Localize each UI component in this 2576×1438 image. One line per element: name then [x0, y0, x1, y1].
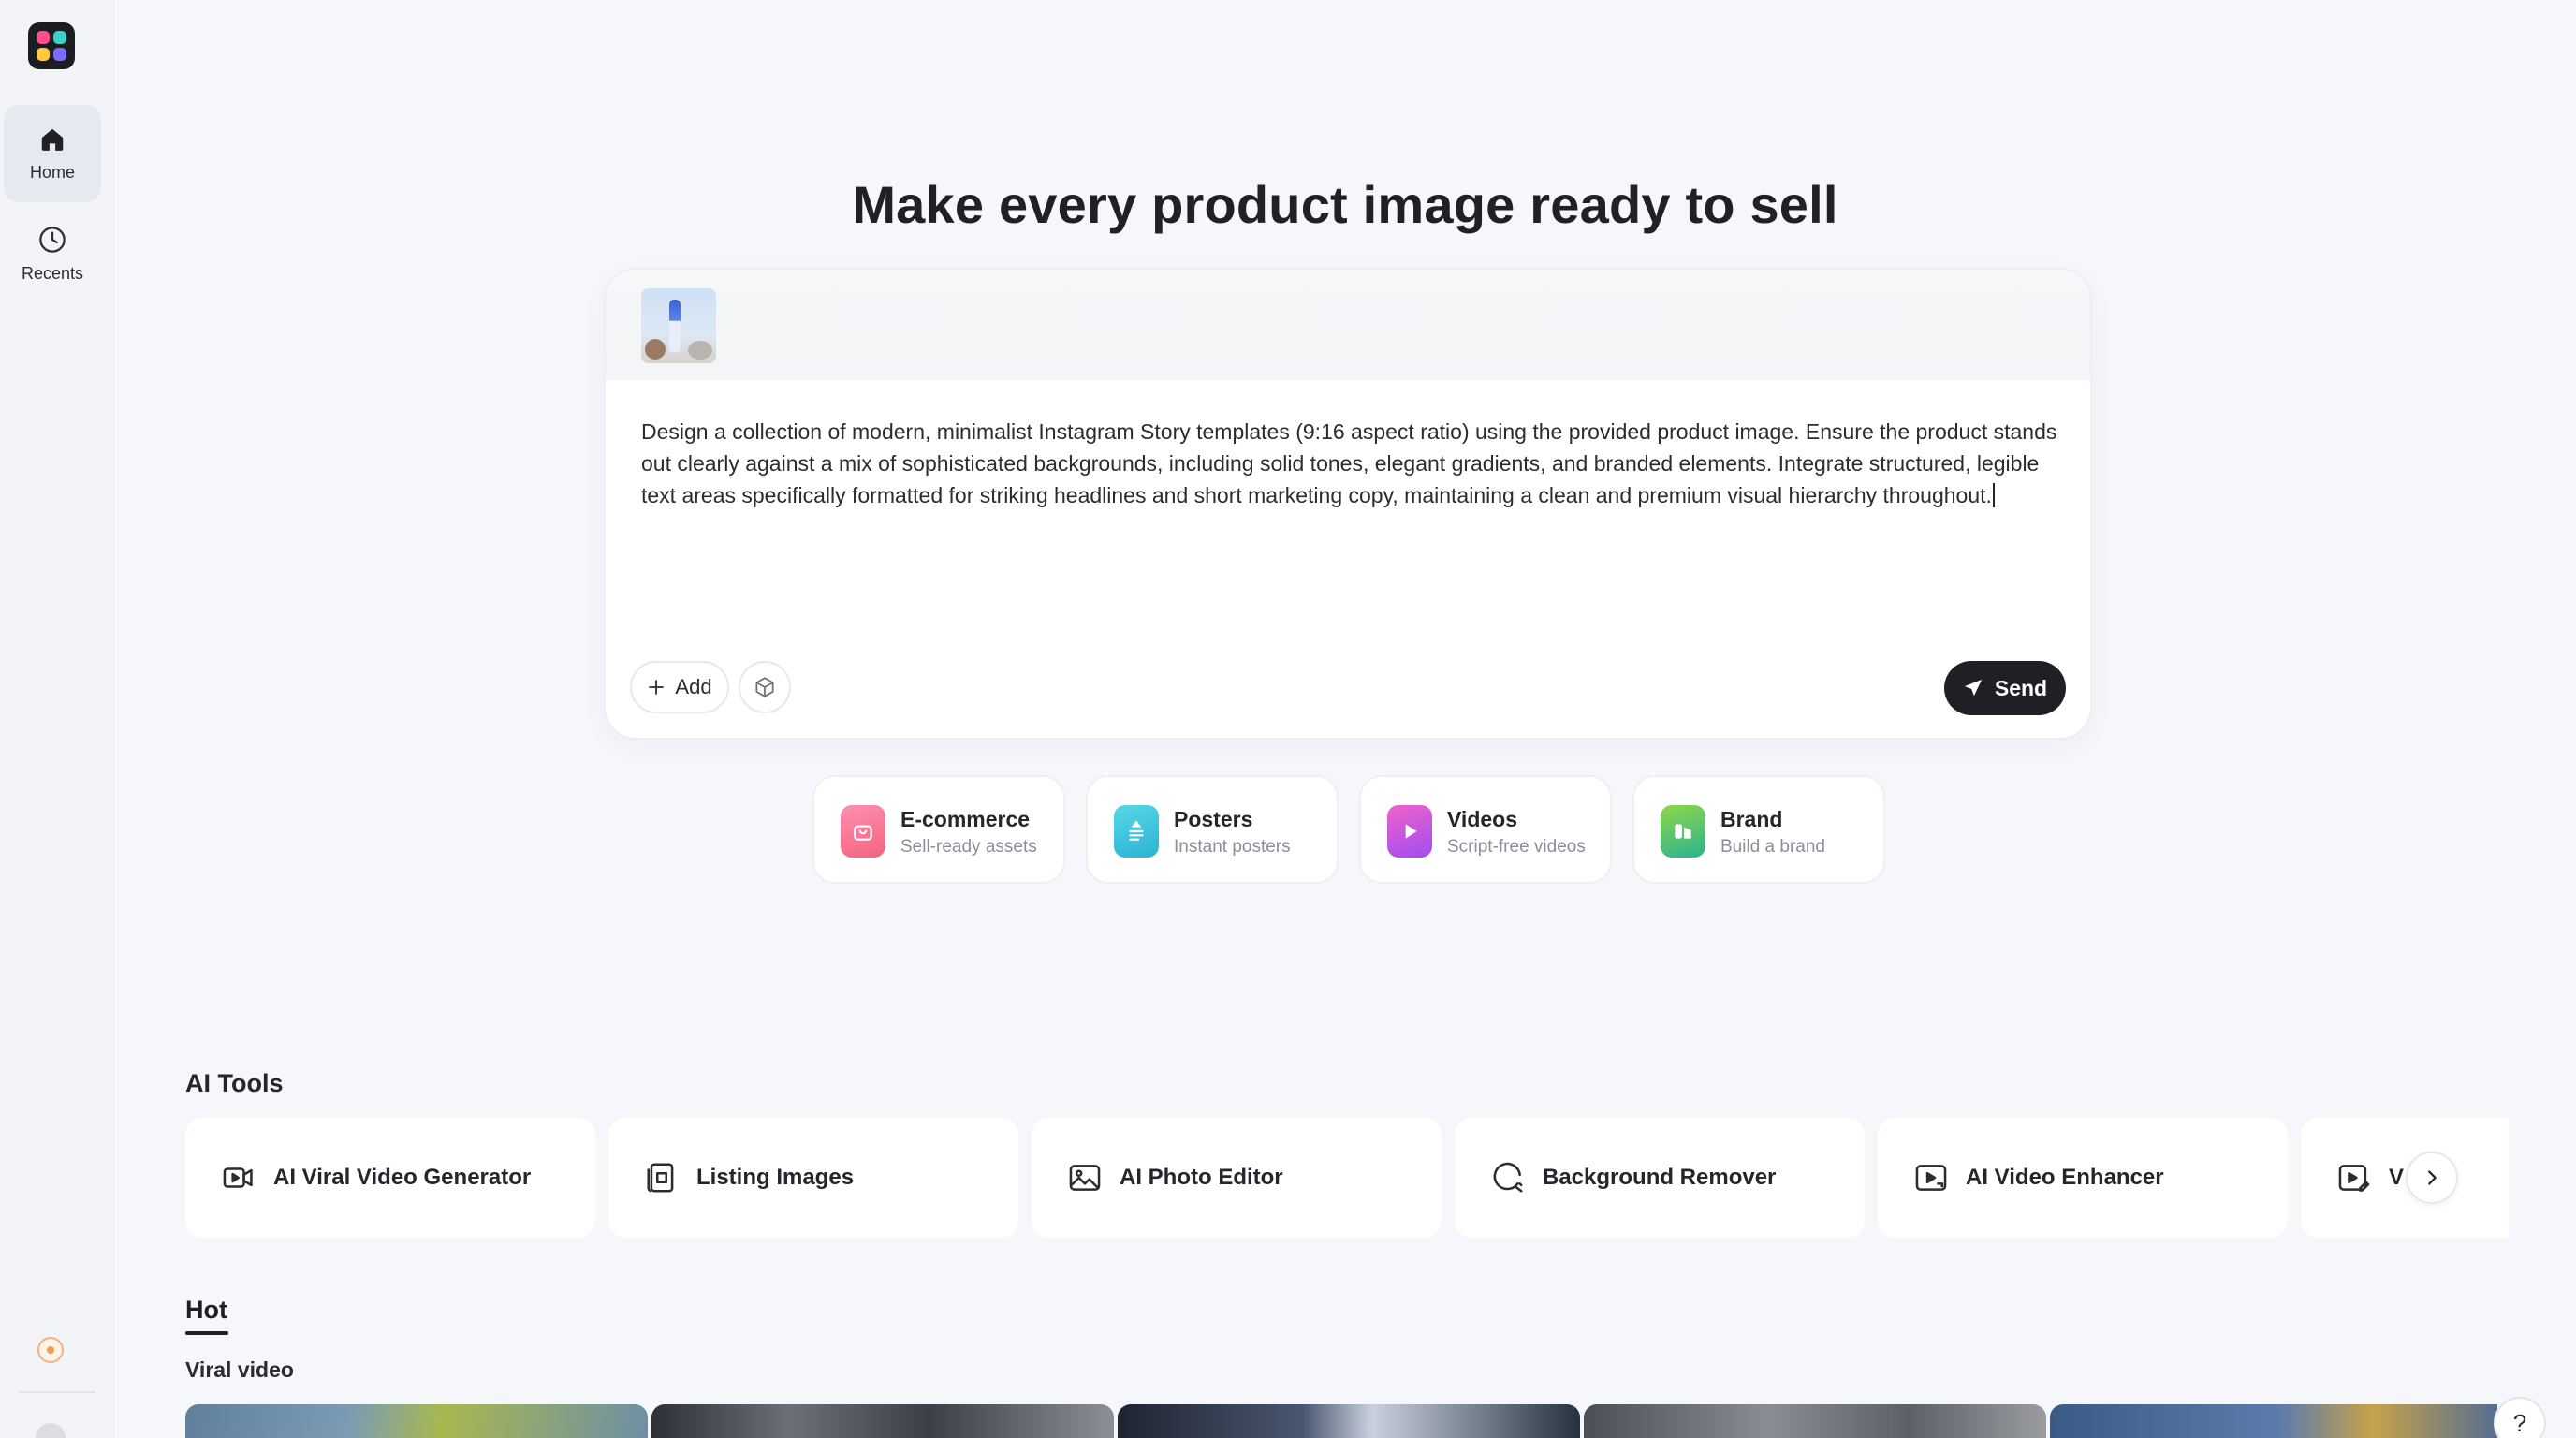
sidebar-item-label: Home — [29, 163, 75, 182]
poster-icon — [1114, 805, 1159, 858]
add-button[interactable]: Add — [630, 661, 729, 713]
sidebar: Home Recents — [0, 0, 114, 1438]
tool-label: Background Remover — [1543, 1165, 1777, 1190]
carousel-next-button[interactable] — [2406, 1152, 2458, 1204]
app-logo[interactable] — [28, 22, 75, 69]
plus-icon — [649, 680, 665, 695]
tool-label: V — [2389, 1165, 2405, 1190]
add-button-label: Add — [675, 675, 712, 698]
tool-label: AI Viral Video Generator — [273, 1165, 532, 1190]
sidebar-item-recents[interactable]: Recents — [4, 204, 101, 301]
category-ecommerce[interactable]: E-commerce Sell-ready assets — [812, 775, 1065, 884]
category-posters[interactable]: Posters Instant posters — [1086, 775, 1339, 884]
home-icon — [41, 128, 64, 151]
brand-icon — [1661, 805, 1705, 858]
category-subtitle: Script-free videos — [1447, 837, 1586, 857]
prompt-input[interactable]: Design a collection of modern, minimalis… — [641, 416, 2064, 511]
model-select-button[interactable] — [739, 661, 791, 713]
paper-plane-icon — [1964, 679, 1983, 697]
notification-icon[interactable] — [37, 1337, 64, 1363]
prompt-composer: Design a collection of modern, minimalis… — [604, 268, 2092, 740]
video-thumbnail[interactable] — [1118, 1404, 1580, 1438]
category-subtitle: Sell-ready assets — [900, 837, 1037, 857]
video-thumbnail[interactable] — [1584, 1404, 2046, 1438]
viral-video-heading: Viral video — [185, 1357, 294, 1382]
tool-label: AI Photo Editor — [1120, 1165, 1283, 1190]
video-camera-icon — [223, 1167, 253, 1188]
chevron-right-icon — [2428, 1170, 2437, 1185]
video-edit-icon — [2338, 1165, 2370, 1192]
tool-background-remover[interactable]: Background Remover — [1455, 1118, 1865, 1238]
photo-edit-icon — [1069, 1165, 1101, 1191]
send-button-label: Send — [1994, 675, 2048, 700]
category-chips: E-commerce Sell-ready assets Posters Ins… — [812, 775, 1885, 884]
play-icon — [1387, 805, 1432, 858]
text-caret — [1992, 483, 1995, 507]
tool-ai-viral-video-generator[interactable]: AI Viral Video Generator — [185, 1118, 595, 1238]
video-thumbnail[interactable] — [2050, 1404, 2497, 1438]
help-button[interactable]: ? — [2494, 1397, 2546, 1438]
cube-icon — [755, 677, 774, 697]
tool-label: AI Video Enhancer — [1966, 1165, 2164, 1190]
background-remover-icon — [1493, 1162, 1523, 1193]
video-thumbnail[interactable] — [651, 1404, 1114, 1438]
video-thumbnail[interactable] — [185, 1404, 648, 1438]
listing-images-icon — [647, 1163, 674, 1193]
tool-listing-images[interactable]: Listing Images — [608, 1118, 1018, 1238]
page-title: Make every product image ready to sell — [852, 175, 1838, 234]
category-title: Videos — [1447, 807, 1517, 831]
active-tab-indicator — [185, 1331, 228, 1335]
tool-ai-video-enhancer[interactable]: AI Video Enhancer — [1878, 1118, 2288, 1238]
ai-tools-heading: AI Tools — [185, 1069, 284, 1097]
avatar[interactable] — [36, 1423, 66, 1438]
video-hd-icon — [1915, 1165, 1947, 1191]
category-title: E-commerce — [900, 807, 1031, 831]
attachment-strip — [606, 270, 2090, 380]
category-title: Brand — [1720, 807, 1783, 831]
ai-tools-carousel: AI Viral Video Generator Listing Images … — [185, 1118, 2509, 1240]
product-image-thumbnail[interactable] — [641, 288, 716, 363]
category-title: Posters — [1174, 807, 1253, 831]
viral-video-gallery — [185, 1404, 2497, 1438]
shopping-bag-icon — [841, 805, 886, 858]
category-videos[interactable]: Videos Script-free videos — [1359, 775, 1612, 884]
send-button[interactable]: Send — [1944, 661, 2066, 715]
tab-hot[interactable]: Hot — [185, 1296, 227, 1325]
sidebar-divider — [19, 1391, 95, 1393]
sidebar-item-label: Recents — [21, 264, 84, 283]
category-subtitle: Build a brand — [1720, 837, 1825, 857]
prompt-input-text: Design a collection of modern, minimalis… — [641, 419, 2057, 507]
clock-icon — [39, 227, 66, 253]
category-brand[interactable]: Brand Build a brand — [1632, 775, 1885, 884]
sidebar-item-home[interactable]: Home — [4, 105, 101, 202]
tool-ai-photo-editor[interactable]: AI Photo Editor — [1032, 1118, 1442, 1238]
tool-video-partial[interactable]: V — [2301, 1118, 2509, 1238]
category-subtitle: Instant posters — [1174, 837, 1291, 857]
tool-label: Listing Images — [696, 1165, 855, 1190]
